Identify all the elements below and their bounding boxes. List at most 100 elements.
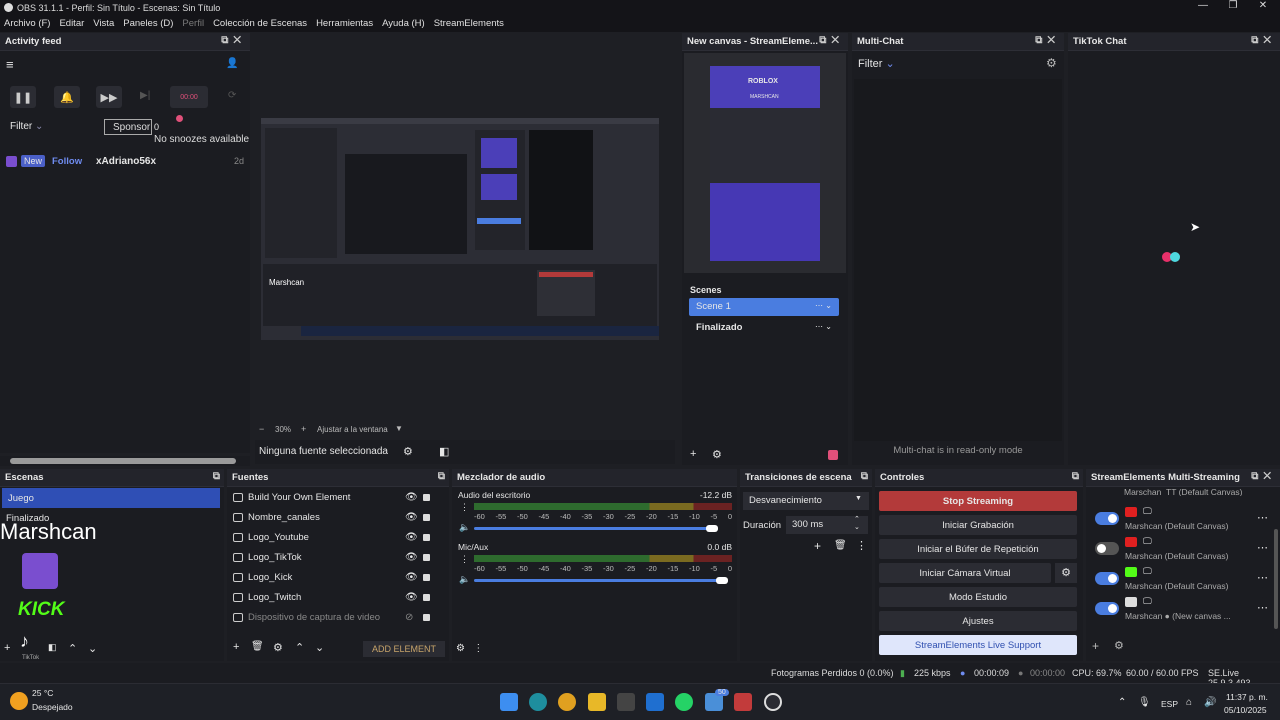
- language-indicator[interactable]: ESP: [1161, 699, 1178, 709]
- filters-icon[interactable]: ◧: [439, 445, 449, 458]
- up-icon[interactable]: ⌃: [295, 641, 304, 654]
- studio-mode-button[interactable]: Modo Estudio: [879, 587, 1077, 607]
- source-item[interactable]: Nombre_canales 👁: [227, 507, 449, 527]
- folder-icon[interactable]: [588, 693, 606, 711]
- menu-item[interactable]: Colección de Escenas: [213, 18, 307, 29]
- lock-icon[interactable]: [423, 514, 430, 521]
- horizontal-scrollbar[interactable]: [0, 456, 250, 466]
- gear-icon[interactable]: ⚙: [1046, 56, 1057, 70]
- source-item[interactable]: Dispositivo de captura de video ⊘: [227, 607, 449, 627]
- scene-item[interactable]: Finalizado ⋯ ⌄: [689, 319, 839, 337]
- next-icon[interactable]: ▶|: [140, 90, 150, 101]
- eye-icon[interactable]: 👁: [405, 532, 418, 543]
- dock-float-close-icon[interactable]: ⧉✕: [1035, 35, 1060, 46]
- virtual-camera-button[interactable]: Iniciar Cámara Virtual: [879, 563, 1051, 583]
- menu-item[interactable]: StreamElements: [434, 18, 504, 29]
- chrome-icon[interactable]: [558, 693, 576, 711]
- windows-start-icon[interactable]: [500, 693, 518, 711]
- up-icon[interactable]: ⌃: [68, 642, 77, 655]
- settings-button[interactable]: Ajustes: [879, 611, 1077, 631]
- start-recording-button[interactable]: Iniciar Grabación: [879, 515, 1077, 535]
- more-vertical-icon[interactable]: ⋮: [856, 539, 867, 552]
- scrollbar-thumb[interactable]: [10, 458, 236, 464]
- feed-item[interactable]: New Follow xAdriano56x 2d: [6, 155, 246, 169]
- menu-item[interactable]: Ayuda (H): [382, 18, 425, 29]
- store-icon[interactable]: [617, 693, 635, 711]
- gear-icon[interactable]: ⚙: [712, 448, 722, 461]
- down-icon[interactable]: ⌄: [315, 641, 324, 654]
- source-item[interactable]: Logo_Kick 👁: [227, 567, 449, 587]
- filter-dropdown[interactable]: Filter ⌄: [10, 121, 43, 132]
- gear-icon[interactable]: ⚙: [403, 445, 413, 458]
- record-icon[interactable]: [828, 450, 838, 460]
- dock-float-close-icon[interactable]: ⧉✕: [1251, 35, 1276, 46]
- mic-icon[interactable]: 🎙: [1138, 697, 1151, 708]
- filter-dropdown[interactable]: Filter ⌄: [858, 57, 895, 70]
- dock-float-icon[interactable]: ⧉: [1072, 471, 1079, 482]
- more-icon[interactable]: ⋯: [1257, 541, 1268, 554]
- menu-item[interactable]: Perfil: [182, 18, 204, 29]
- scene-item-selected[interactable]: Scene 1 ⋯ ⌄: [689, 298, 839, 316]
- destination-toggle[interactable]: [1095, 512, 1119, 525]
- menu-item[interactable]: Herramientas: [316, 18, 373, 29]
- menu-item[interactable]: Editar: [59, 18, 84, 29]
- eye-icon[interactable]: 👁: [405, 552, 418, 563]
- transition-select[interactable]: Desvanecimiento ▼: [743, 492, 869, 510]
- lock-icon[interactable]: [423, 534, 430, 541]
- volume-icon[interactable]: 🔊: [1204, 697, 1216, 708]
- chevron-up-icon[interactable]: ⌃: [1118, 697, 1126, 708]
- menu-item[interactable]: Archivo (F): [4, 18, 50, 29]
- volume-slider-handle[interactable]: [716, 577, 728, 584]
- preview-area[interactable]: Marshcan − 30% + Ajustar a la ventana ▼: [255, 33, 667, 434]
- add-icon[interactable]: +: [1092, 639, 1099, 653]
- clock-date[interactable]: 05/10/2025: [1224, 705, 1267, 715]
- live-support-button[interactable]: StreamElements Live Support: [879, 635, 1077, 655]
- preview-canvas[interactable]: Marshcan: [261, 118, 659, 340]
- dock-float-close-icon[interactable]: ⧉✕: [221, 35, 246, 46]
- zoom-in-icon[interactable]: +: [301, 424, 306, 434]
- dock-float-icon[interactable]: ⧉: [861, 471, 868, 482]
- volume-slider-handle[interactable]: [706, 525, 718, 532]
- trash-icon[interactable]: 🗑: [834, 540, 847, 551]
- more-vertical-icon[interactable]: ⋮: [460, 502, 469, 513]
- duration-input[interactable]: 300 ms ⌃ ⌄: [786, 516, 868, 534]
- dock-float-close-icon[interactable]: ⧉✕: [819, 35, 844, 46]
- more-vertical-icon[interactable]: ⋮: [473, 643, 483, 654]
- more-icon[interactable]: ⋯ ⌄: [815, 322, 832, 331]
- add-icon[interactable]: +: [4, 642, 10, 654]
- eye-icon[interactable]: ⊘: [405, 612, 413, 623]
- eye-icon[interactable]: 👁: [405, 492, 418, 503]
- menu-item[interactable]: Paneles (D): [123, 18, 173, 29]
- snooze-icon[interactable]: ⟳: [228, 90, 236, 101]
- trash-icon[interactable]: 🗑: [251, 641, 264, 652]
- canvas-preview[interactable]: ROBLOX MARSHCAN: [684, 53, 846, 273]
- stop-streaming-button[interactable]: Stop Streaming: [879, 491, 1077, 511]
- down-icon[interactable]: ⌄: [88, 642, 97, 655]
- bell-icon[interactable]: 🔔: [54, 86, 80, 108]
- network-icon[interactable]: ⌂: [1186, 697, 1192, 708]
- add-icon[interactable]: +: [690, 448, 696, 460]
- add-icon[interactable]: +: [233, 641, 239, 653]
- fit-window-option[interactable]: Ajustar a la ventana: [317, 425, 388, 434]
- source-item[interactable]: Logo_Youtube 👁: [227, 527, 449, 547]
- more-icon[interactable]: ⋯: [1257, 601, 1268, 614]
- source-item[interactable]: Build Your Own Element 👁: [227, 487, 449, 507]
- spin-icon[interactable]: ⌃ ⌄: [854, 516, 860, 532]
- eye-icon[interactable]: 👁: [405, 512, 418, 523]
- hamburger-icon[interactable]: ≡: [6, 57, 14, 72]
- whatsapp-icon[interactable]: [675, 693, 693, 711]
- edge-icon[interactable]: [529, 693, 547, 711]
- gear-icon[interactable]: ⚙: [1055, 563, 1077, 583]
- source-item[interactable]: Logo_Twitch 👁: [227, 587, 449, 607]
- destination-toggle[interactable]: [1095, 572, 1119, 585]
- zoom-out-icon[interactable]: −: [259, 424, 264, 434]
- add-icon[interactable]: +: [814, 539, 821, 553]
- skip-button[interactable]: ▶▶: [96, 86, 122, 108]
- chevron-down-icon[interactable]: ▼: [395, 424, 403, 433]
- dock-float-icon[interactable]: ⧉: [438, 471, 445, 482]
- speaker-icon[interactable]: 🔈: [459, 574, 470, 585]
- gear-icon[interactable]: ⚙: [273, 641, 283, 654]
- lock-icon[interactable]: [423, 554, 430, 561]
- more-icon[interactable]: ⋯ ⌄: [815, 301, 832, 310]
- source-item[interactable]: Logo_TikTok 👁: [227, 547, 449, 567]
